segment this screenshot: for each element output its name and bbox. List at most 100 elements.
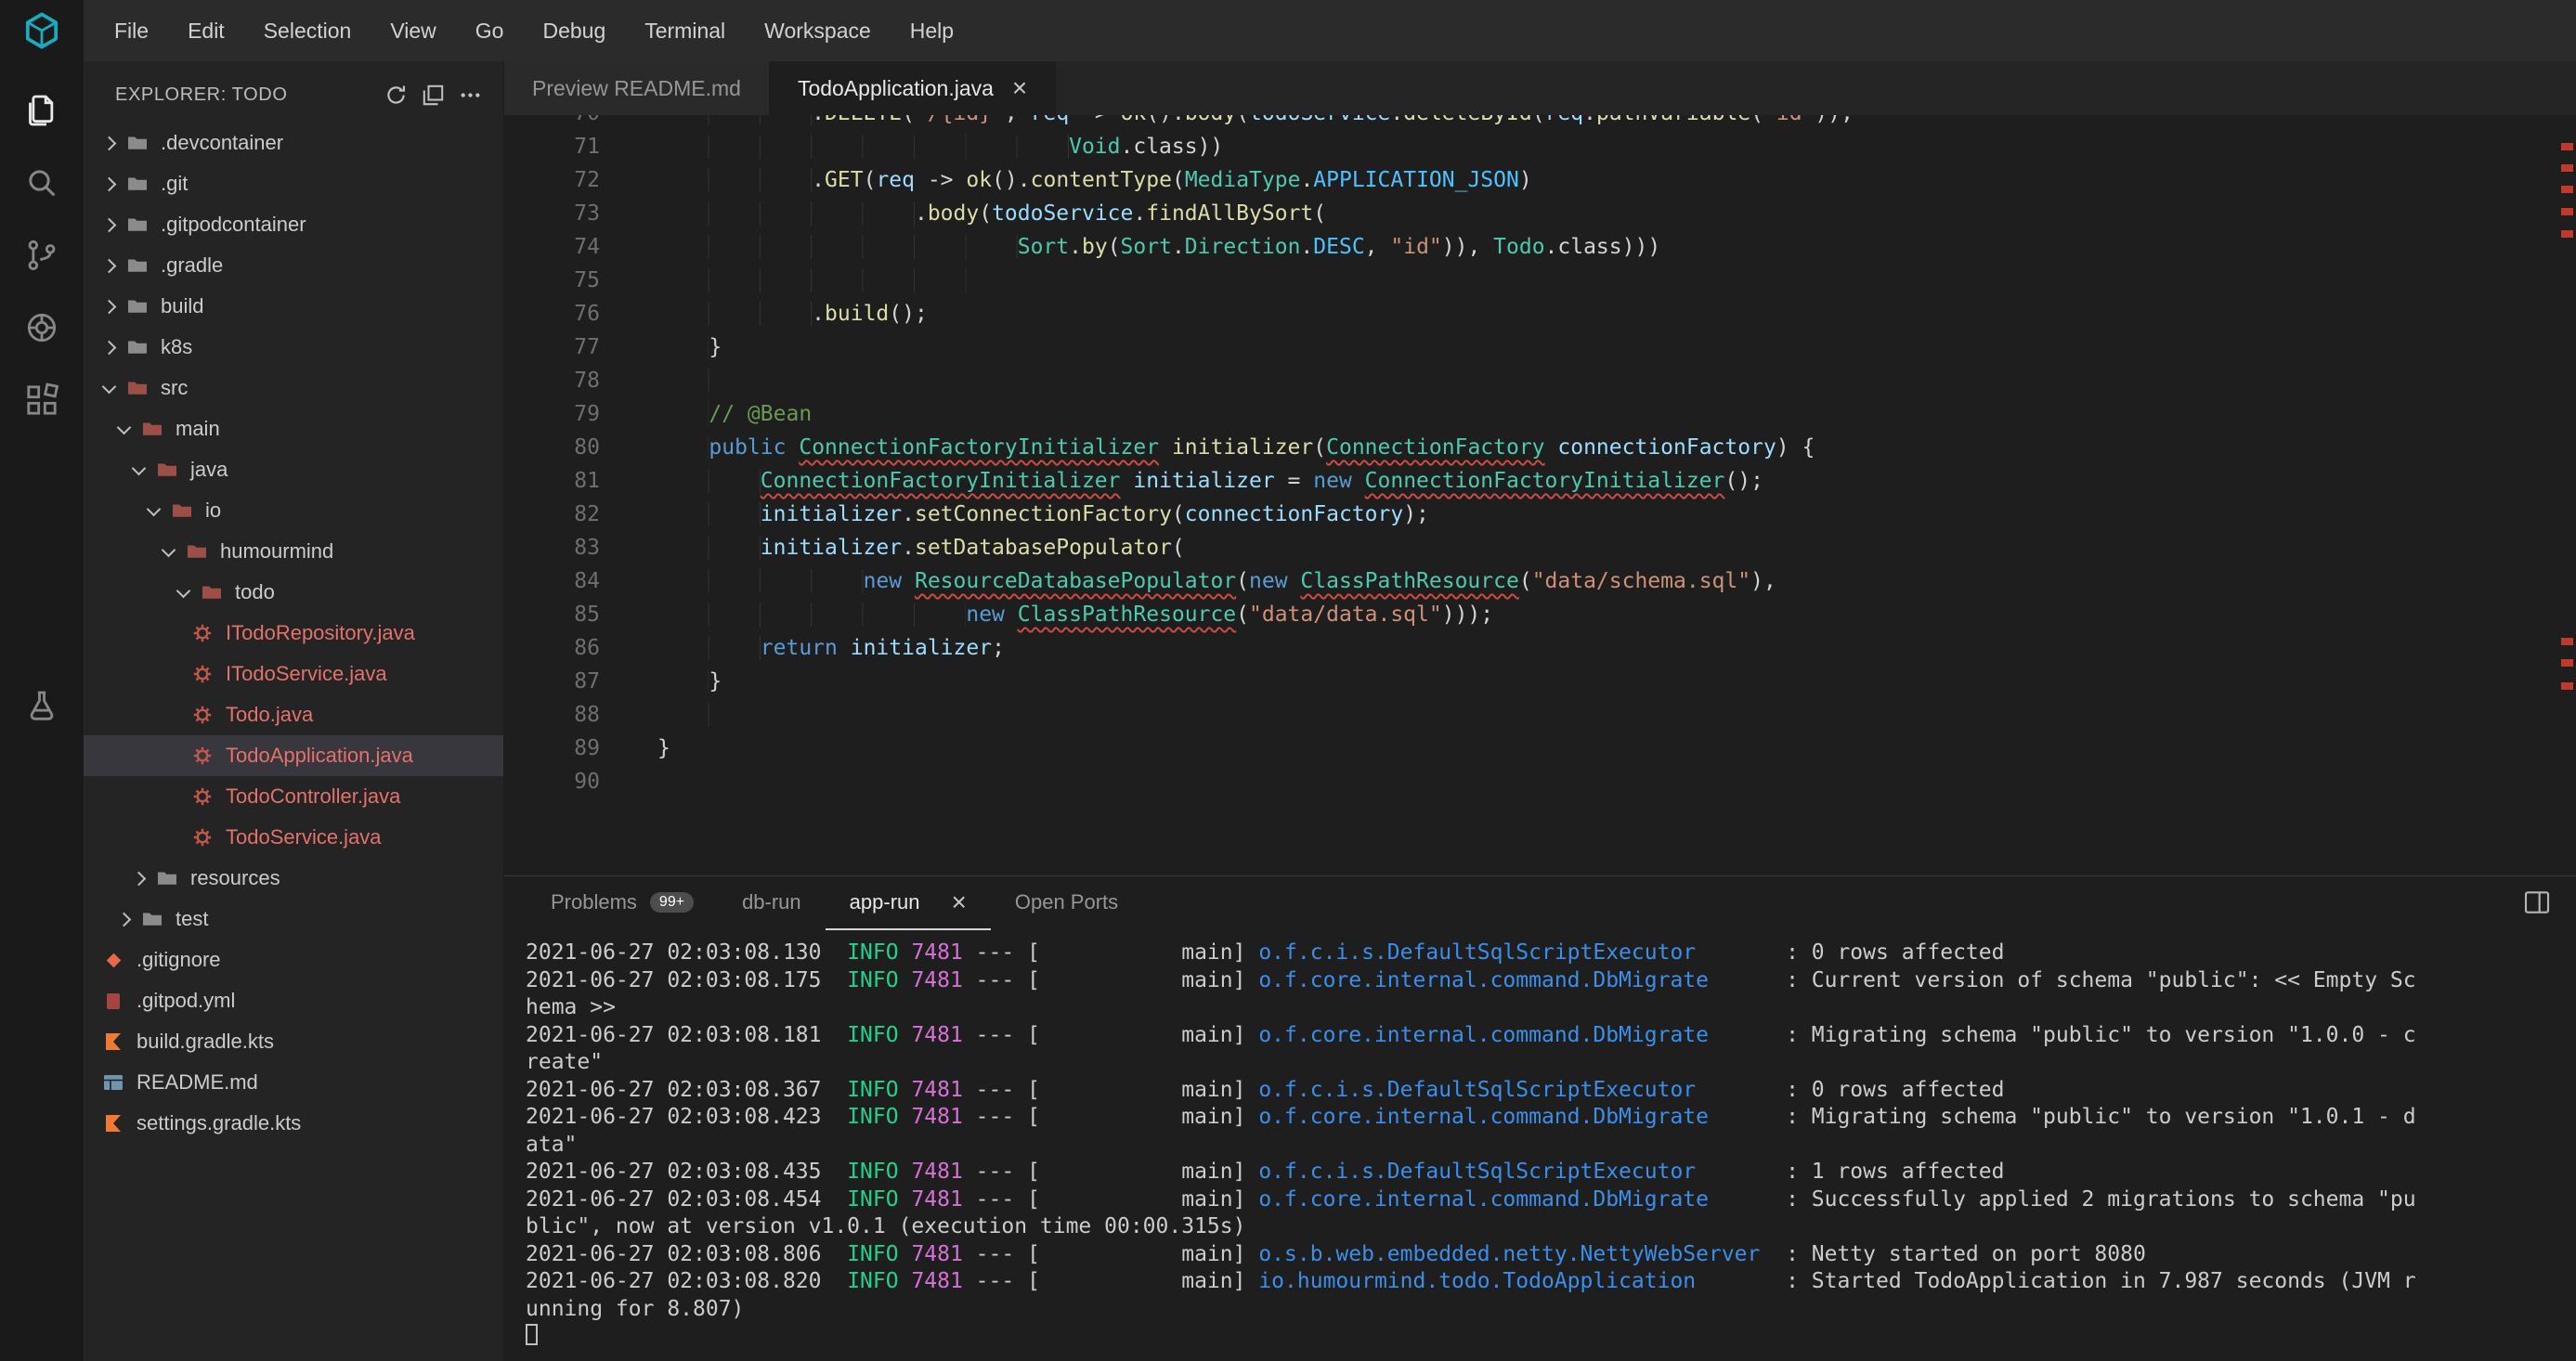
error-mark — [2561, 682, 2573, 690]
line-number: 78 — [504, 364, 600, 397]
tree-item-Todo.java[interactable]: Todo.java — [84, 694, 503, 735]
line-number: 83 — [504, 531, 600, 564]
menu-help[interactable]: Help — [891, 0, 973, 61]
tree-item-k8s[interactable]: k8s — [84, 327, 503, 368]
tree-item-todo[interactable]: todo — [84, 572, 503, 613]
menu-workspace[interactable]: Workspace — [745, 0, 891, 61]
code-line-73: 73 .body(todoService.findAllBySort( — [504, 197, 2576, 230]
chevron-icon — [147, 501, 162, 516]
terminal-line: 2021-06-27 02:03:08.435 INFO 7481 --- [ … — [526, 1159, 2576, 1186]
tree-item-src[interactable]: src — [84, 368, 503, 408]
activity-bar — [0, 61, 84, 1361]
tree-item-label: TodoController.java — [226, 784, 400, 809]
folder-icon — [126, 377, 149, 399]
tree-item-io[interactable]: io — [84, 490, 503, 531]
code-line-81: 81 ConnectionFactoryInitializer initiali… — [504, 464, 2576, 498]
terminal-output[interactable]: 2021-06-27 02:03:08.130 INFO 7481 --- [ … — [504, 930, 2576, 1361]
java-icon — [191, 745, 214, 767]
menu-view[interactable]: View — [371, 0, 455, 61]
collapse-all-icon[interactable] — [414, 76, 451, 113]
tree-item-label: .gitpod.yml — [137, 989, 235, 1013]
gitpod-logo[interactable] — [0, 0, 84, 61]
line-number: 87 — [504, 665, 600, 698]
tree-item-.devcontainer[interactable]: .devcontainer — [84, 123, 503, 163]
menu-go[interactable]: Go — [456, 0, 524, 61]
folder-icon — [141, 908, 163, 930]
terminal-line: 2021-06-27 02:03:08.367 INFO 7481 --- [ … — [526, 1077, 2576, 1105]
tree-item-label: todo — [235, 580, 275, 604]
folder-icon — [141, 418, 163, 440]
tree-item-label: TodoApplication.java — [226, 744, 413, 768]
tree-item-TodoController.java[interactable]: TodoController.java — [84, 776, 503, 817]
source-control-icon[interactable] — [0, 219, 84, 292]
menu-selection[interactable]: Selection — [244, 0, 371, 61]
tree-item-test[interactable]: test — [84, 899, 503, 940]
tree-item-.gitpodcontainer[interactable]: .gitpodcontainer — [84, 204, 503, 245]
menu-file[interactable]: File — [95, 0, 168, 61]
folder-icon — [171, 499, 193, 522]
debug-icon[interactable] — [0, 292, 84, 364]
panel-tab-label: db-run — [742, 890, 801, 914]
menu-debug[interactable]: Debug — [523, 0, 625, 61]
code-line-88: 88 — [504, 698, 2576, 732]
code-line-76: 76 .build(); — [504, 297, 2576, 331]
chevron-icon — [102, 379, 117, 394]
line-number: 79 — [504, 397, 600, 431]
chevron-icon — [102, 258, 117, 273]
tree-item-build[interactable]: build — [84, 286, 503, 327]
tree-item-label: TodoService.java — [226, 825, 382, 849]
panel-tab-open-ports[interactable]: Open Ports — [991, 876, 1142, 930]
error-mark — [2561, 230, 2573, 238]
panel-tab-db-run[interactable]: db-run — [718, 876, 826, 930]
tree-item-humourmind[interactable]: humourmind — [84, 531, 503, 572]
extensions-icon[interactable] — [0, 364, 84, 436]
tree-item-.gradle[interactable]: .gradle — [84, 245, 503, 286]
terminal-line: 2021-06-27 02:03:08.806 INFO 7481 --- [ … — [526, 1241, 2576, 1269]
tab-todoapplication.java[interactable]: TodoApplication.java× — [770, 61, 1056, 115]
code-line-78: 78 — [504, 364, 2576, 397]
tree-item-ITodoRepository.java[interactable]: ITodoRepository.java — [84, 613, 503, 654]
git-icon — [102, 949, 124, 971]
folder-icon — [201, 581, 223, 603]
tree-item-.gitignore[interactable]: .gitignore — [84, 940, 503, 980]
tree-item-.git[interactable]: .git — [84, 163, 503, 204]
code-editor[interactable]: 70 .DELETE("/{id}", req -> ok().body(tod… — [504, 115, 2576, 875]
panel-layout-icon[interactable] — [2522, 888, 2552, 922]
menu-edit[interactable]: Edit — [168, 0, 244, 61]
test-flask-icon[interactable] — [0, 670, 84, 743]
menu-terminal[interactable]: Terminal — [625, 0, 745, 61]
terminal-line: 2021-06-27 02:03:08.181 INFO 7481 --- [ … — [526, 1022, 2576, 1050]
chevron-icon — [176, 583, 191, 598]
tree-item-java[interactable]: java — [84, 449, 503, 490]
tree-item-TodoService.java[interactable]: TodoService.java — [84, 817, 503, 858]
ide-window: FileEditSelectionViewGoDebugTerminalWork… — [0, 0, 2576, 1361]
more-actions-icon[interactable] — [451, 76, 488, 113]
refresh-icon[interactable] — [377, 76, 414, 113]
tree-item-build.gradle.kts[interactable]: build.gradle.kts — [84, 1021, 503, 1062]
line-number: 76 — [504, 297, 600, 331]
chevron-icon — [117, 420, 132, 434]
panel-tab-label: app-run — [850, 890, 920, 914]
close-icon[interactable]: × — [1012, 75, 1027, 101]
search-icon[interactable] — [0, 147, 84, 219]
tree-item-resources[interactable]: resources — [84, 858, 503, 899]
panel-tab-problems[interactable]: Problems99+ — [527, 876, 718, 930]
explorer-icon[interactable] — [0, 74, 84, 147]
tree-item-TodoApplication.java[interactable]: TodoApplication.java — [84, 735, 503, 776]
tree-item-ITodoService.java[interactable]: ITodoService.java — [84, 654, 503, 694]
chevron-icon — [102, 217, 117, 232]
line-number: 81 — [504, 464, 600, 498]
tree-item-.gitpod.yml[interactable]: .gitpod.yml — [84, 980, 503, 1021]
code-line-74: 74 Sort.by(Sort.Direction.DESC, "id")), … — [504, 230, 2576, 264]
terminal-line: 2021-06-27 02:03:08.423 INFO 7481 --- [ … — [526, 1104, 2576, 1132]
chevron-icon — [102, 176, 117, 191]
close-icon[interactable]: × — [952, 889, 967, 915]
tab-preview-readme.md[interactable]: Preview README.md — [504, 61, 770, 115]
tree-item-main[interactable]: main — [84, 408, 503, 449]
tree-item-README.md[interactable]: README.md — [84, 1062, 503, 1103]
tree-item-settings.gradle.kts[interactable]: settings.gradle.kts — [84, 1103, 503, 1144]
panel-tab-app-run[interactable]: app-run × — [826, 876, 991, 930]
chevron-icon — [117, 912, 132, 927]
explorer-sidebar: EXPLORER: TODO .devcontainer.git.gitpodc… — [84, 61, 504, 1361]
tree-item-label: resources — [190, 866, 280, 890]
